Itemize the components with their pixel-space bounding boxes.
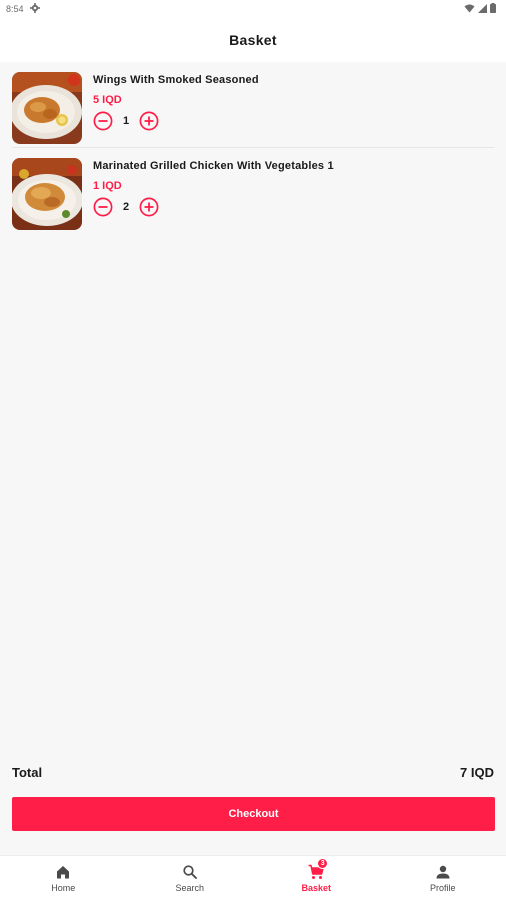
quantity-value: 1 [122,115,130,127]
status-left: 8:54 [6,3,40,15]
nav-item-search[interactable]: Search [127,856,254,900]
nav-label-basket: Basket [301,883,332,893]
plus-circle-icon [139,197,159,217]
cart-icon: 3 [308,858,329,880]
page-title: Basket [229,32,277,48]
item-thumbnail [12,158,82,230]
item-name: Wings With Smoked Seasoned [93,74,259,86]
checkout-button[interactable]: Checkout [12,797,495,831]
wifi-icon [464,4,475,15]
total-label: Total [12,764,43,780]
app-bar: Basket [0,18,506,62]
quantity-stepper: 2 [93,197,494,217]
cart-count-badge: 3 [317,858,329,869]
item-price: 5 IQD [93,94,122,106]
item-price: 1 IQD [93,180,122,192]
nav-label-profile: Profile [429,883,456,893]
increase-quantity-button[interactable] [139,197,159,217]
minus-circle-icon [93,111,113,131]
status-right [464,3,496,15]
settings-icon [29,3,40,15]
nav-item-basket[interactable]: 3 Basket [253,856,380,900]
search-icon [182,864,198,880]
list-item[interactable]: Marinated Grilled Chicken With Vegetable… [12,147,494,232]
plus-circle-icon [139,111,159,131]
bottom-nav: Home Search 3 Basket Profile [0,855,506,900]
item-thumbnail [12,72,82,144]
profile-icon [435,864,451,880]
total-row: Total 7 IQD [12,763,494,781]
total-value: 7 IQD [460,764,494,780]
list-item[interactable]: Wings With Smoked Seasoned 5 IQD 1 [12,62,494,147]
home-icon [55,864,71,880]
decrease-quantity-button[interactable] [93,111,113,131]
nav-item-profile[interactable]: Profile [380,856,506,900]
quantity-value: 2 [122,201,130,213]
minus-circle-icon [93,197,113,217]
increase-quantity-button[interactable] [139,111,159,131]
item-info: Marinated Grilled Chicken With Vegetable… [93,160,494,217]
nav-label-search: Search [175,883,205,893]
status-time: 8:54 [6,4,24,14]
nav-item-home[interactable]: Home [0,856,127,900]
item-info: Wings With Smoked Seasoned 5 IQD 1 [93,74,494,131]
battery-icon [490,3,496,15]
signal-icon [478,3,487,15]
item-name: Marinated Grilled Chicken With Vegetable… [93,160,334,172]
basket-list: Wings With Smoked Seasoned 5 IQD 1 Marin… [0,62,506,232]
nav-label-home: Home [51,883,76,893]
quantity-stepper: 1 [93,111,494,131]
decrease-quantity-button[interactable] [93,197,113,217]
status-bar: 8:54 [0,0,506,18]
